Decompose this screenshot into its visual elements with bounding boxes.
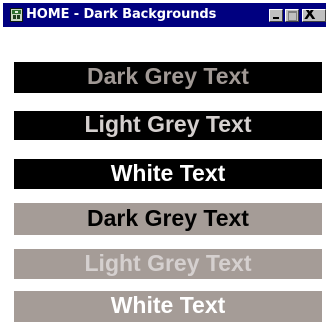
- sample-label: Light Grey Text: [84, 111, 252, 137]
- sample-label: Light Grey Text: [84, 249, 252, 276]
- sample-label: White Text: [110, 292, 226, 318]
- sample-label: Dark Grey Text: [87, 63, 249, 89]
- close-button[interactable]: X: [302, 9, 326, 22]
- minimize-button[interactable]: [269, 9, 283, 22]
- window-title: HOME - Dark Backgrounds: [26, 7, 217, 22]
- sample-label: Dark Grey Text: [87, 204, 249, 231]
- sample-bar: White Text: [14, 291, 322, 322]
- app-window-icon[interactable]: [10, 8, 23, 22]
- sample-bar: Dark Grey Text: [14, 62, 322, 93]
- sample-bar: Light Grey Text: [14, 111, 322, 140]
- sample-bar: Light Grey Text: [14, 249, 322, 279]
- app-window: HOME - Dark Backgrounds X Dark Grey Text…: [0, 0, 326, 331]
- title-bar[interactable]: HOME - Dark Backgrounds X: [0, 0, 326, 29]
- sample-bar: White Text: [14, 159, 322, 189]
- close-icon: X: [304, 9, 316, 22]
- sample-label: White Text: [110, 159, 226, 186]
- maximize-button[interactable]: [285, 9, 299, 22]
- window-content: Dark Grey Text Light Grey Text White Tex…: [0, 29, 326, 331]
- sample-bar: Dark Grey Text: [14, 203, 322, 235]
- app-window-icon-glyph: [12, 10, 21, 19]
